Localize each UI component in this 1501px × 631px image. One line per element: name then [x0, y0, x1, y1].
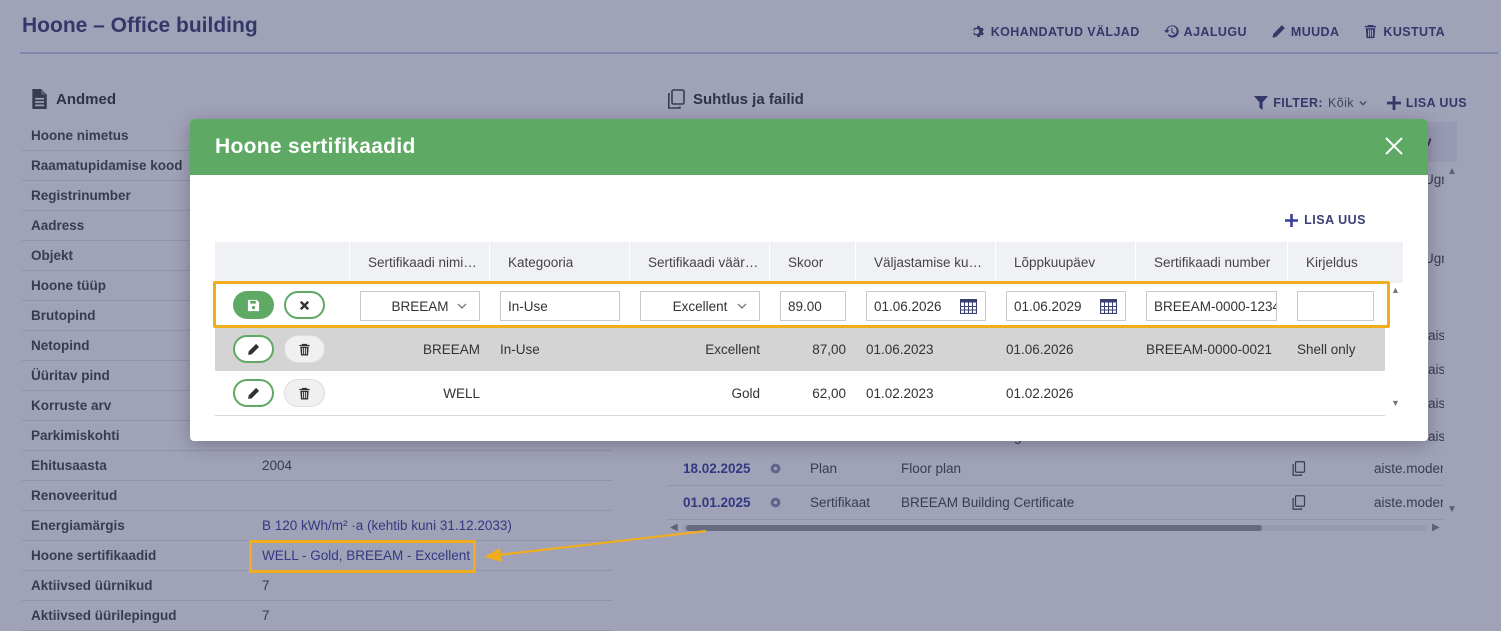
column-header-label: Skoor: [788, 255, 824, 270]
column-header-label: Lõppkuupäev: [1014, 255, 1096, 270]
column-header[interactable]: Lõppkuupäev: [996, 242, 1136, 283]
column-header[interactable]: Sertifikaadi number: [1136, 242, 1288, 283]
cell-value: Gold: [731, 385, 760, 401]
edit-row-button[interactable]: [233, 335, 274, 363]
column-header-label: Sertifikaadi väär…: [648, 255, 759, 270]
column-header[interactable]: Sertifikaadi väär…: [630, 242, 770, 283]
plus-icon: [1285, 213, 1299, 227]
cell-value: Excellent: [705, 341, 760, 357]
close-button[interactable]: [1384, 136, 1404, 156]
edit-row-highlight: [213, 281, 1390, 328]
certificates-modal: Hoone sertifikaadid LISA UUS Sertifikaad…: [190, 119, 1428, 441]
cell-name: WELL: [443, 385, 480, 401]
cell-category: In-Use: [500, 341, 540, 357]
column-header-label: Sertifikaadi number: [1154, 255, 1271, 270]
cell-score: 62,00: [812, 385, 846, 401]
edit-row-button[interactable]: [233, 379, 274, 407]
add-certificate-label: LISA UUS: [1304, 213, 1366, 227]
cell-name: BREEAM: [422, 341, 480, 357]
grid-scroll-down[interactable]: ▼: [1391, 398, 1400, 408]
column-header-label: Kategooria: [508, 255, 574, 270]
table-row[interactable]: BREEAM In-Use Excellent 87,00 01.06.2023…: [215, 327, 1385, 371]
trash-icon: [299, 343, 310, 356]
pencil-icon: [248, 343, 260, 355]
delete-row-button[interactable]: [284, 335, 325, 363]
column-header-label: Sertifikaadi nimi…: [368, 255, 477, 270]
pencil-icon: [248, 387, 260, 399]
column-header[interactable]: Väljastamise ku…: [856, 242, 996, 283]
grid-header: Sertifikaadi nimi… Kategooria Sertifikaa…: [215, 242, 1403, 283]
cell-expires: 01.02.2026: [1006, 385, 1074, 401]
row-divider: [215, 415, 1385, 416]
column-actions: [215, 242, 350, 283]
cell-score: 87,00: [812, 341, 846, 357]
modal-title: Hoone sertifikaadid: [215, 135, 416, 158]
cell-issued: 01.02.2023: [866, 385, 934, 401]
modal-header: Hoone sertifikaadid: [190, 119, 1428, 175]
trash-icon: [299, 387, 310, 400]
column-header[interactable]: Kategooria: [490, 242, 630, 283]
cell-number: BREEAM-0000-0021: [1146, 341, 1273, 357]
column-header-label: Kirjeldus: [1306, 255, 1358, 270]
cell-issued: 01.06.2023: [866, 341, 934, 357]
grid-scroll-up[interactable]: ▲: [1391, 285, 1400, 295]
cell-description: Shell only: [1297, 341, 1356, 357]
table-row[interactable]: WELL Gold 62,00 01.02.2023 01.02.2026: [215, 371, 1385, 415]
column-header-label: Väljastamise ku…: [874, 255, 983, 270]
cell-expires: 01.06.2026: [1006, 341, 1074, 357]
delete-row-button[interactable]: [284, 379, 325, 407]
certificates-highlight: [249, 540, 476, 573]
close-icon: [1385, 137, 1403, 155]
add-certificate-button[interactable]: LISA UUS: [1285, 213, 1366, 227]
column-header[interactable]: Sertifikaadi nimi…: [350, 242, 490, 283]
column-header[interactable]: Skoor: [770, 242, 856, 283]
column-header[interactable]: Kirjeldus: [1288, 242, 1403, 283]
